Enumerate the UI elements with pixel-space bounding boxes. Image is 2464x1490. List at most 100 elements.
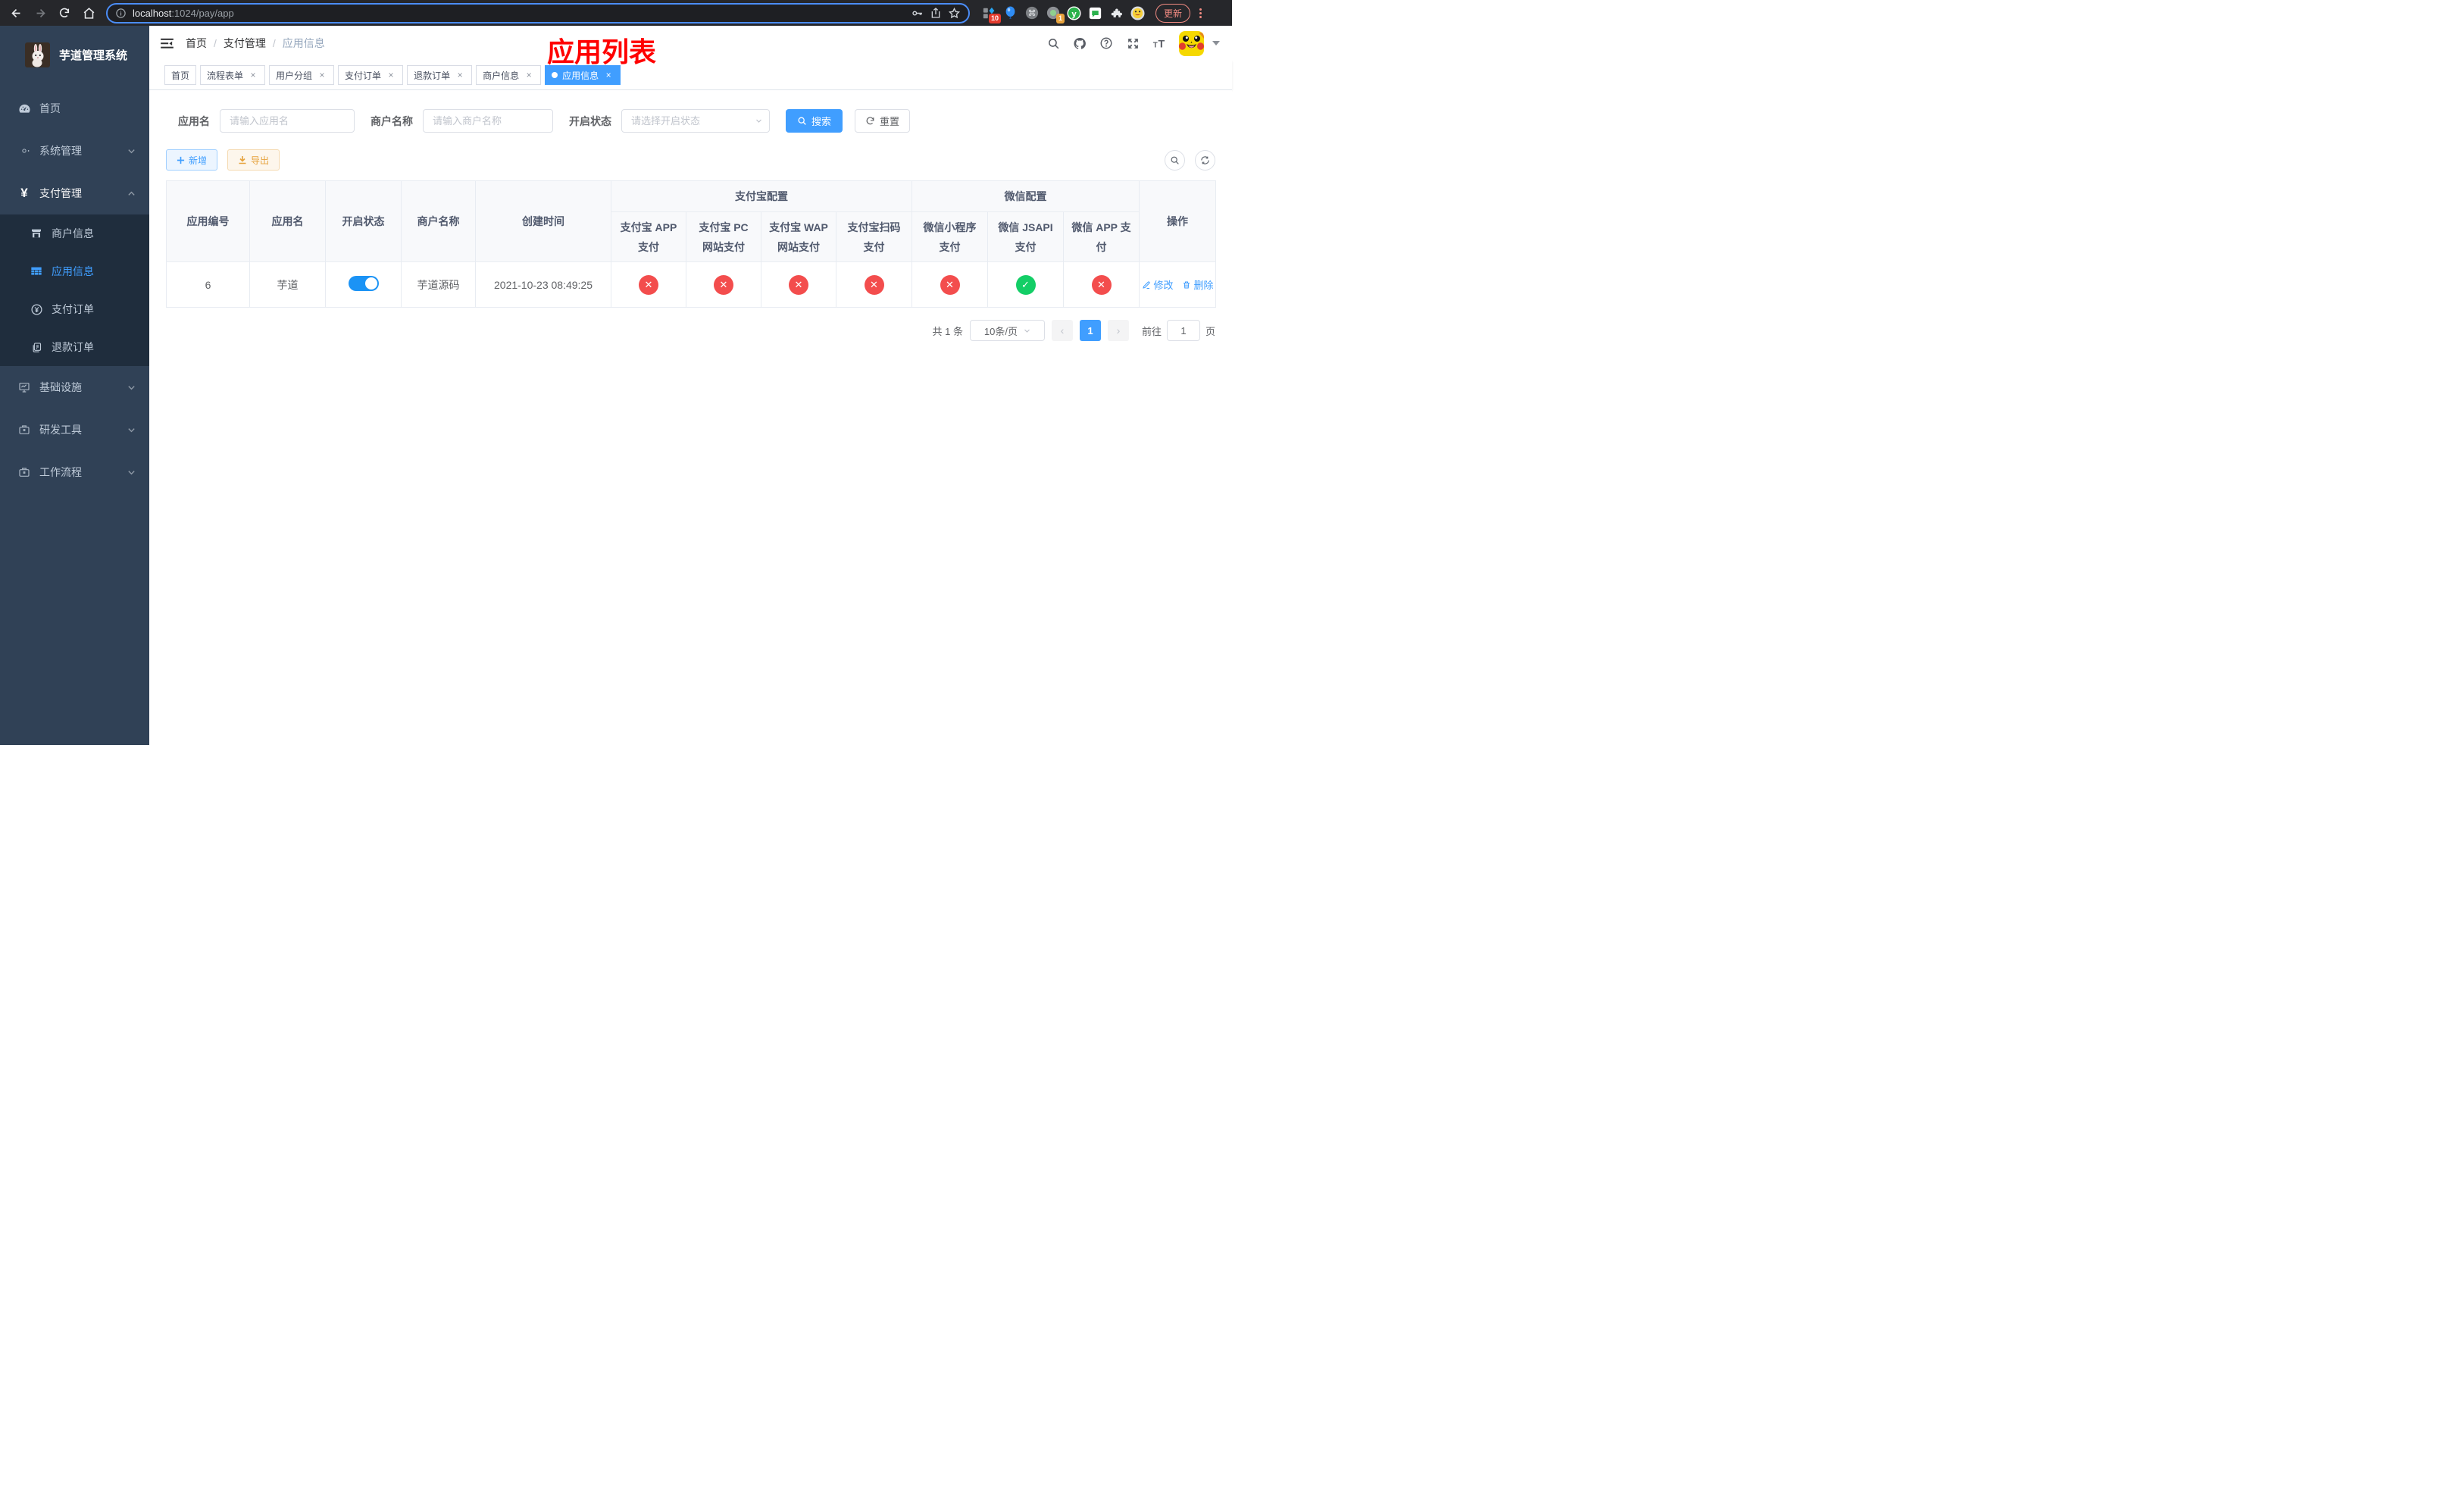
sidebar-item-payment[interactable]: ¥ 支付管理 xyxy=(0,172,149,214)
fullscreen-icon[interactable] xyxy=(1126,36,1140,50)
briefcase-icon xyxy=(17,424,32,436)
export-button[interactable]: 导出 xyxy=(227,149,280,171)
tab-home[interactable]: 首页 xyxy=(164,65,197,85)
delete-link[interactable]: 删除 xyxy=(1182,277,1214,292)
yen-circle-icon xyxy=(29,303,44,316)
adblock-extension-icon[interactable]: 10 xyxy=(982,6,1001,23)
col-group-alipay: 支付宝配置 xyxy=(611,180,912,212)
puzzle-extensions-menu-icon[interactable] xyxy=(1109,6,1124,20)
sidebar-item-refund-orders[interactable]: 退款订单 xyxy=(0,328,149,366)
merchant-name-label: 商户名称 xyxy=(371,114,413,127)
cell-alipay-app-status: ✕ xyxy=(611,261,686,308)
sidebar-item-label: 基础设施 xyxy=(39,381,82,393)
reset-button[interactable]: 重置 xyxy=(855,109,911,133)
briefcase-icon xyxy=(17,466,32,478)
search-icon[interactable] xyxy=(1046,36,1060,50)
cell-wechat-lite-status: ✕ xyxy=(911,261,988,308)
url-text[interactable]: localhost:1024/pay/app xyxy=(133,8,234,19)
address-bar[interactable]: localhost:1024/pay/app xyxy=(106,2,970,23)
status-icon: ✕ xyxy=(1091,274,1112,295)
profile-avatar-icon[interactable] xyxy=(1130,5,1145,20)
proxy-extension-icon[interactable]: 1 xyxy=(1046,6,1065,23)
svg-text:T: T xyxy=(1159,38,1165,49)
adblock-badge: 10 xyxy=(988,13,1001,23)
breadcrumb-home[interactable]: 首页 xyxy=(186,36,207,51)
payment-submenu: 商户信息 应用信息 支付订单 退款订单 xyxy=(0,214,149,366)
close-icon[interactable]: × xyxy=(317,70,327,80)
refresh-table-button[interactable] xyxy=(1195,149,1215,171)
tab-user-group[interactable]: 用户分组 × xyxy=(269,65,335,85)
password-key-icon[interactable] xyxy=(911,7,924,20)
close-icon[interactable]: × xyxy=(524,70,534,80)
browser-reload-icon[interactable] xyxy=(55,3,74,23)
app-name-input[interactable] xyxy=(220,109,355,133)
next-page-button[interactable]: › xyxy=(1107,320,1129,341)
y-extension-icon[interactable]: y xyxy=(1067,5,1081,20)
chat-extension-icon[interactable] xyxy=(1088,6,1102,20)
sidebar-item-label: 研发工具 xyxy=(39,424,82,436)
svg-text:⌘: ⌘ xyxy=(1027,8,1036,18)
enabled-toggle[interactable] xyxy=(348,276,379,291)
tab-pay-orders[interactable]: 支付订单 × xyxy=(338,65,404,85)
tab-process-form[interactable]: 流程表单 × xyxy=(200,65,266,85)
close-icon[interactable]: × xyxy=(248,70,258,80)
user-avatar[interactable] xyxy=(1179,30,1204,56)
col-merchant: 商户名称 xyxy=(401,180,476,262)
goto-page-input[interactable] xyxy=(1166,320,1200,341)
chevron-down-icon xyxy=(127,383,136,392)
sidebar-logo[interactable]: 芋道管理系统 xyxy=(0,26,149,87)
close-icon[interactable]: × xyxy=(386,70,396,80)
page-size-select[interactable]: 10条/页 xyxy=(969,320,1045,341)
merchant-name-input[interactable] xyxy=(423,109,553,133)
github-icon[interactable] xyxy=(1073,36,1087,50)
command-extension-icon[interactable]: ⌘ xyxy=(1024,6,1039,20)
avatar-dropdown-caret-icon[interactable] xyxy=(1212,41,1220,45)
balloon-extension-icon[interactable] xyxy=(1003,6,1018,20)
sidebar-item-dev-tools[interactable]: 研发工具 xyxy=(0,408,149,451)
refresh-icon xyxy=(1201,155,1209,164)
tab-merchant-info[interactable]: 商户信息 × xyxy=(476,65,542,85)
sidebar-item-pay-orders[interactable]: 支付订单 xyxy=(0,290,149,328)
close-icon[interactable]: × xyxy=(455,70,465,80)
breadcrumb-current: 应用信息 xyxy=(282,37,325,49)
goto-label: 前往 xyxy=(1141,325,1162,337)
search-icon xyxy=(1171,156,1179,164)
sidebar-item-home[interactable]: 首页 xyxy=(0,87,149,130)
tab-refund-orders[interactable]: 退款订单 × xyxy=(407,65,473,85)
prev-page-button[interactable]: ‹ xyxy=(1051,320,1073,341)
col-alipay-qr: 支付宝扫码支付 xyxy=(836,211,912,262)
browser-menu-icon[interactable] xyxy=(1199,8,1202,18)
sidebar-item-system[interactable]: 系统管理 xyxy=(0,130,149,172)
page-1-button[interactable]: 1 xyxy=(1079,320,1101,341)
chevron-down-icon xyxy=(127,426,136,434)
status-icon: ✕ xyxy=(714,274,733,295)
search-button[interactable]: 搜索 xyxy=(786,109,843,133)
browser-update-button[interactable]: 更新 xyxy=(1155,3,1191,23)
sidebar-item-app-info[interactable]: 应用信息 xyxy=(0,252,149,290)
add-button[interactable]: 新增 xyxy=(166,149,218,171)
font-size-icon[interactable]: TT xyxy=(1152,36,1166,50)
sidebar-fold-icon[interactable] xyxy=(161,38,174,49)
show-search-toggle-button[interactable] xyxy=(1165,149,1185,171)
status-select[interactable] xyxy=(621,109,770,133)
close-icon[interactable]: × xyxy=(603,70,614,80)
sidebar-item-workflow[interactable]: 工作流程 xyxy=(0,451,149,493)
extensions-row: 10 ⌘ 1 y xyxy=(982,5,1145,23)
sidebar-item-label: 支付管理 xyxy=(39,187,82,199)
chevron-up-icon xyxy=(127,189,136,198)
col-wechat-app: 微信 APP 支付 xyxy=(1062,211,1140,262)
bookmark-star-icon[interactable] xyxy=(948,7,961,20)
browser-home-icon[interactable] xyxy=(79,3,98,23)
browser-forward-icon[interactable] xyxy=(30,3,50,23)
help-icon[interactable] xyxy=(1099,36,1113,50)
sidebar-item-infra[interactable]: 基础设施 xyxy=(0,366,149,408)
share-icon[interactable] xyxy=(930,7,942,19)
cell-app-id: 6 xyxy=(166,261,250,308)
breadcrumb-payment[interactable]: 支付管理 xyxy=(224,36,266,51)
status-icon: ✕ xyxy=(864,274,884,295)
browser-back-icon[interactable] xyxy=(6,3,26,23)
document-icon xyxy=(29,342,44,353)
site-info-icon[interactable] xyxy=(115,8,127,19)
edit-link[interactable]: 修改 xyxy=(1142,277,1174,292)
sidebar-item-merchant-info[interactable]: 商户信息 xyxy=(0,214,149,252)
